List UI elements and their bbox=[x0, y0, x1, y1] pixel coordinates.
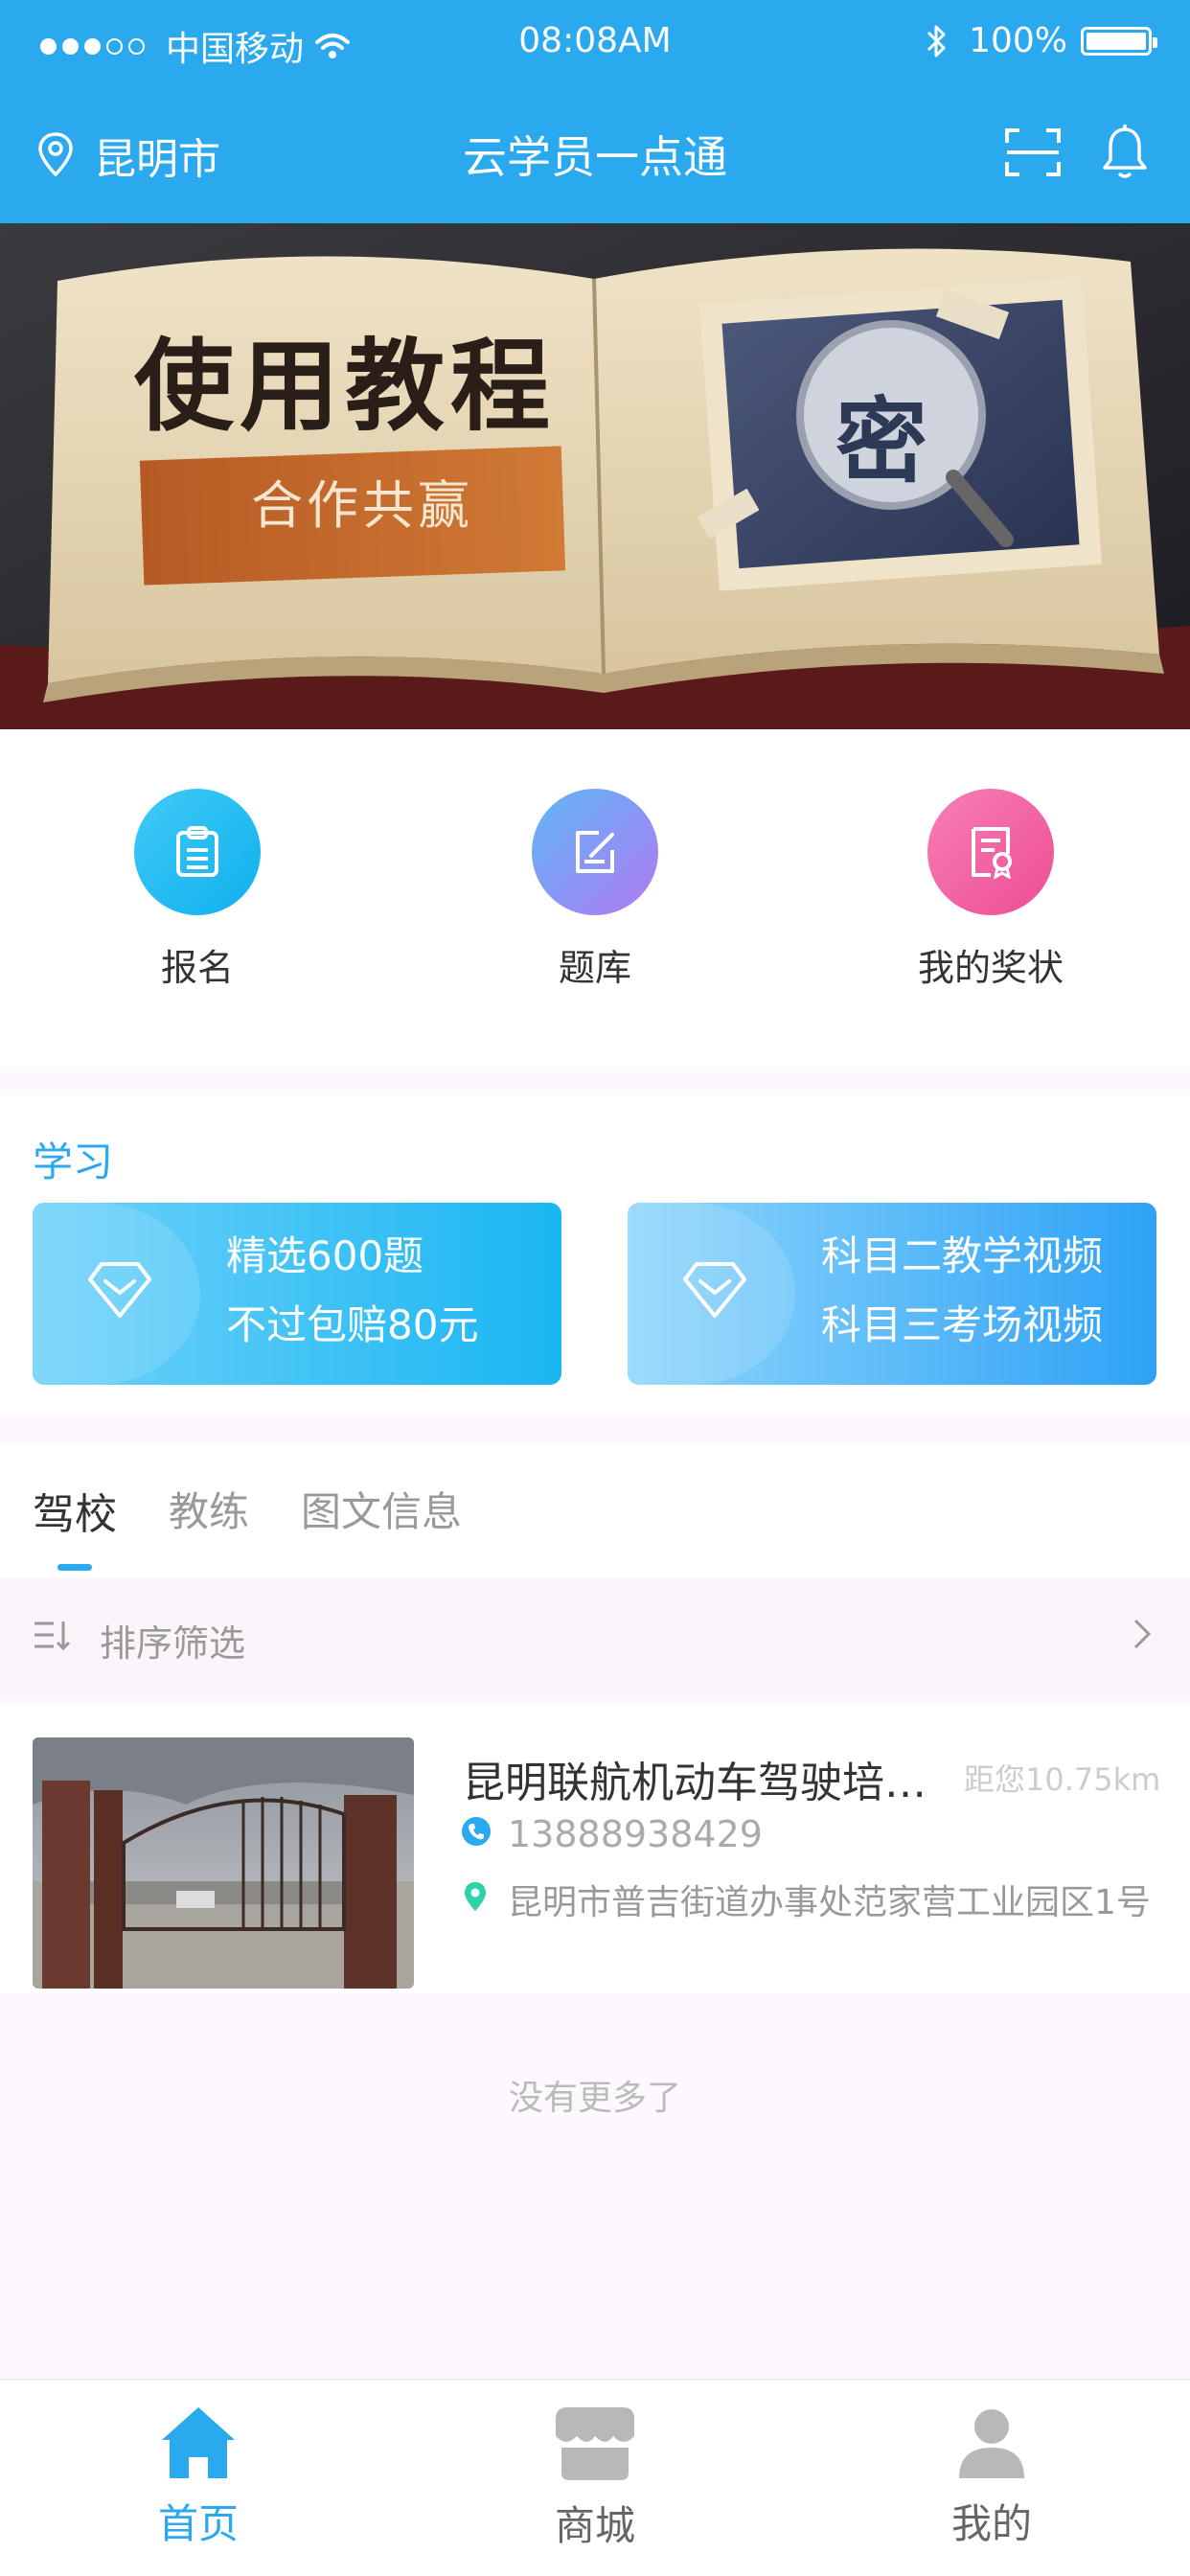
user-icon bbox=[959, 2409, 1024, 2478]
active-tab-indicator bbox=[57, 1564, 92, 1571]
card-line: 不过包赔80元 bbox=[226, 1301, 479, 1348]
quick-item-question-bank[interactable]: 题库 bbox=[470, 789, 720, 991]
certificate-icon bbox=[927, 789, 1054, 915]
tutorial-banner[interactable]: 使用教程 合作共赢 密 bbox=[0, 223, 1190, 729]
school-name: 昆明联航机动车驾驶培训有限公司 bbox=[463, 1759, 942, 1807]
header: 中国移动 08:08AM 100% 昆明市 云学员一点通 bbox=[0, 0, 1190, 223]
battery-icon bbox=[1081, 26, 1157, 56]
scan-icon[interactable] bbox=[1004, 127, 1062, 177]
school-distance: 距您10.75km bbox=[964, 1761, 1161, 1798]
bluetooth-icon bbox=[927, 25, 946, 57]
list-end-text: 没有更多了 bbox=[508, 2079, 681, 2118]
tabbar-label: 商城 bbox=[554, 2502, 635, 2549]
clipboard-icon bbox=[134, 789, 261, 915]
banner-title: 使用教程 bbox=[134, 327, 557, 445]
shop-icon bbox=[556, 2407, 634, 2480]
bottom-tab-bar: 首页 商城 我的 bbox=[0, 2379, 1190, 2576]
sort-filter-label: 排序筛选 bbox=[100, 1622, 246, 1665]
battery-percent: 100% bbox=[969, 21, 1067, 60]
category-tabs: 驾校 教练 图文信息 bbox=[0, 1445, 1190, 1577]
diamond-icon bbox=[683, 1262, 746, 1318]
tabbar-label: 首页 bbox=[157, 2500, 239, 2547]
study-section: 学习 精选600题 不过包赔80元 科目二教学视频 科目三考场视频 bbox=[0, 1095, 1190, 1414]
tabbar-label: 我的 bbox=[950, 2500, 1032, 2547]
study-card-videos[interactable]: 科目二教学视频 科目三考场视频 bbox=[628, 1203, 1156, 1385]
school-phone[interactable]: 13888938429 bbox=[508, 1813, 763, 1855]
quick-item-label: 题库 bbox=[558, 947, 631, 989]
school-photo bbox=[33, 1737, 414, 1989]
nav-bar: 昆明市 云学员一点通 bbox=[0, 91, 1190, 223]
quick-menu: 报名 题库 我的奖状 bbox=[0, 729, 1190, 1067]
sort-icon bbox=[34, 1622, 71, 1651]
card-line: 精选600题 bbox=[226, 1232, 424, 1279]
tabbar-home[interactable]: 首页 bbox=[83, 2404, 313, 2550]
tabbar-shop[interactable]: 商城 bbox=[480, 2404, 710, 2552]
tab-articles[interactable]: 图文信息 bbox=[301, 1480, 462, 1538]
tabbar-me[interactable]: 我的 bbox=[877, 2404, 1107, 2550]
section-title: 学习 bbox=[33, 1138, 114, 1185]
quick-item-certificates[interactable]: 我的奖状 bbox=[866, 789, 1115, 991]
card-line: 科目三考场视频 bbox=[821, 1301, 1104, 1348]
bell-icon[interactable] bbox=[1102, 124, 1148, 181]
quick-item-signup[interactable]: 报名 bbox=[73, 789, 322, 991]
home-icon bbox=[162, 2407, 235, 2478]
phone-icon bbox=[462, 1817, 491, 1846]
location-pin-icon bbox=[465, 1882, 486, 1911]
banner-subtitle: 合作共赢 bbox=[251, 475, 473, 536]
school-list-item[interactable]: 昆明联航机动车驾驶培训有限公司 距您10.75km 13888938429 昆明… bbox=[0, 1706, 1190, 1993]
tab-coach[interactable]: 教练 bbox=[169, 1480, 249, 1538]
quick-item-label: 报名 bbox=[160, 947, 234, 989]
sort-filter-bar[interactable]: 排序筛选 bbox=[0, 1577, 1190, 1696]
school-address: 昆明市普吉街道办事处范家营工业园区1号 bbox=[508, 1883, 1151, 1922]
diamond-icon bbox=[88, 1262, 151, 1318]
chevron-right-icon bbox=[1133, 1619, 1152, 1649]
quick-item-label: 我的奖状 bbox=[917, 947, 1064, 989]
study-card-question-pack[interactable]: 精选600题 不过包赔80元 bbox=[33, 1203, 561, 1385]
banner-illustration bbox=[0, 223, 1190, 729]
edit-icon bbox=[532, 789, 658, 915]
tab-driving-school[interactable]: 驾校 bbox=[33, 1480, 117, 1541]
card-line: 科目二教学视频 bbox=[821, 1232, 1104, 1279]
banner-stamp: 密 bbox=[835, 387, 927, 495]
status-bar: 中国移动 08:08AM 100% bbox=[0, 0, 1190, 91]
